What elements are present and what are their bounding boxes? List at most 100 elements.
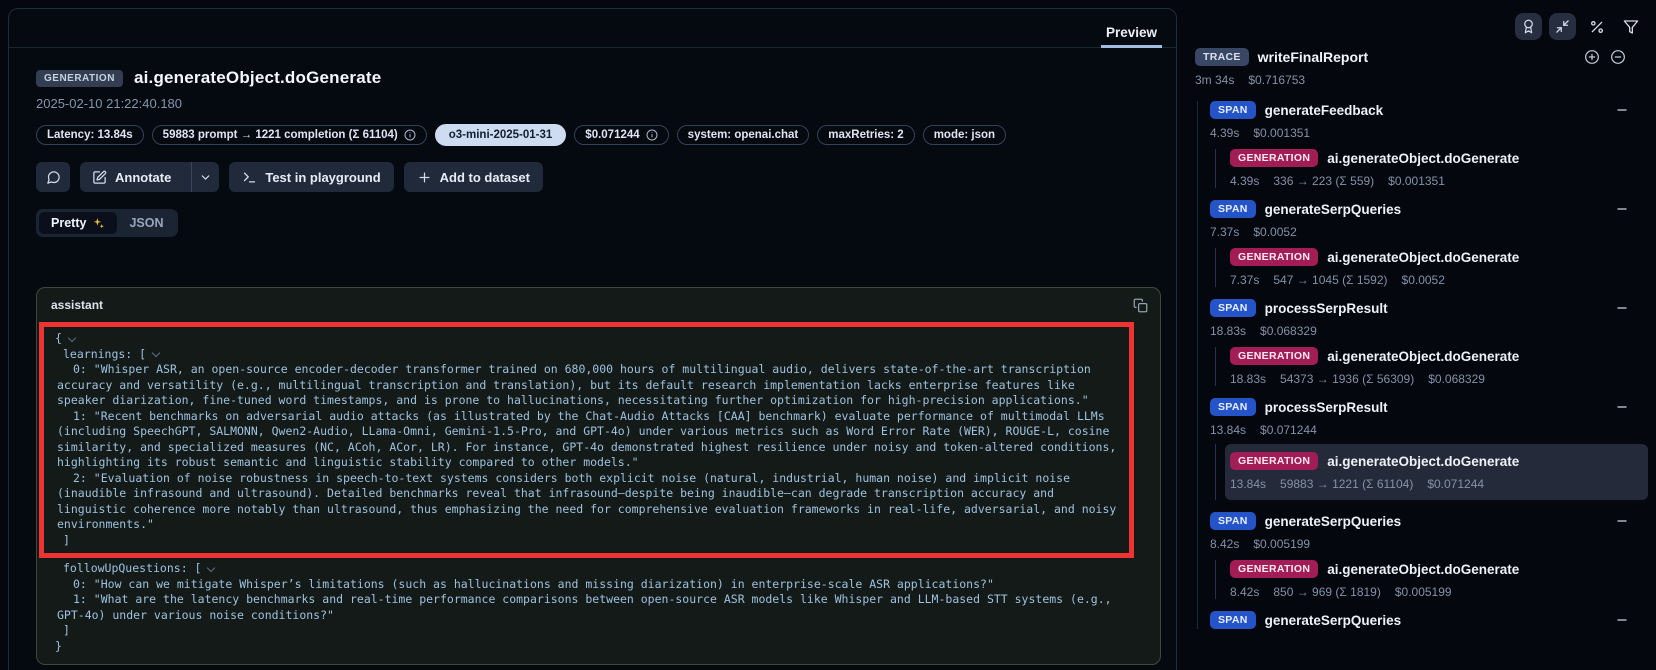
- test-in-playground-button[interactable]: Test in playground: [229, 162, 393, 192]
- tab-pretty[interactable]: Pretty: [39, 212, 117, 234]
- tree-node-span[interactable]: SPAN generateSerpQueries: [1210, 200, 1642, 218]
- child-generation: GENERATION ai.generateObject.doGenerate …: [1215, 444, 1642, 500]
- collapse-node-icon[interactable]: [1615, 202, 1629, 216]
- collapse-chevron-icon[interactable]: [152, 349, 160, 357]
- span-badge: SPAN: [1210, 611, 1256, 629]
- node-cost: $0.0052: [1402, 273, 1445, 287]
- trace-cost: $0.716753: [1248, 73, 1305, 87]
- edit-pencil-icon: [92, 170, 107, 185]
- sparkles-icon: [92, 217, 105, 230]
- span-group: SPAN processSerpResult 13.84s $0.071244 …: [1210, 398, 1642, 500]
- annotate-award-button[interactable]: [1515, 13, 1542, 40]
- collapse-node-icon[interactable]: [1615, 400, 1629, 414]
- cost-pill[interactable]: $0.071244: [574, 125, 668, 145]
- collapse-all-icon[interactable]: [1610, 49, 1626, 65]
- node-meta: 13.84s $0.071244: [1210, 423, 1642, 437]
- tree-node-generation[interactable]: GENERATION ai.generateObject.doGenerate: [1230, 560, 1642, 578]
- tree-node-span[interactable]: SPAN processSerpResult: [1210, 398, 1642, 416]
- trace-root-node[interactable]: TRACE writeFinalReport: [1195, 48, 1642, 66]
- node-tokens: 54373 → 1936 (Σ 56309): [1280, 372, 1414, 386]
- pretty-label: Pretty: [51, 216, 86, 230]
- terminal-icon: [242, 170, 257, 185]
- collapse-node-icon[interactable]: [1615, 613, 1629, 627]
- copy-icon[interactable]: [1133, 298, 1148, 313]
- tree-node-span[interactable]: SPAN processSerpResult: [1210, 299, 1642, 317]
- comment-bubble-icon: [46, 170, 61, 185]
- model-pill[interactable]: o3-mini-2025-01-31: [435, 124, 567, 146]
- node-name: ai.generateObject.doGenerate: [1327, 250, 1519, 265]
- panel-body: GENERATION ai.generateObject.doGenerate …: [9, 48, 1176, 665]
- json-learnings-key: learnings: [: [55, 347, 1123, 363]
- learning-item: 1: "Recent benchmarks on adversarial aud…: [55, 409, 1123, 471]
- node-duration: 7.37s: [1210, 225, 1239, 239]
- node-duration: 8.42s: [1210, 537, 1239, 551]
- selected-node-highlight[interactable]: GENERATION ai.generateObject.doGenerate …: [1225, 444, 1648, 500]
- expand-all-icon[interactable]: [1584, 49, 1600, 65]
- collapse-node-icon[interactable]: [1615, 301, 1629, 315]
- tab-preview[interactable]: Preview: [1101, 16, 1162, 48]
- annotate-dropdown-button[interactable]: [191, 162, 219, 192]
- node-meta: 7.37s $0.0052: [1210, 225, 1642, 239]
- tree-node-generation[interactable]: GENERATION ai.generateObject.doGenerate: [1230, 248, 1642, 266]
- followup-item: 0: "How can we mitigate Whisper’s limita…: [55, 577, 1144, 593]
- node-name: processSerpResult: [1265, 301, 1388, 316]
- generation-type-badge: GENERATION: [36, 70, 123, 87]
- node-meta: 18.83s $0.068329: [1210, 324, 1642, 338]
- node-cost: $0.001351: [1253, 126, 1310, 140]
- node-duration: 13.84s: [1210, 423, 1246, 437]
- node-duration: 4.39s: [1230, 174, 1259, 188]
- chevron-down-icon: [199, 171, 212, 184]
- learning-item: 0: "Whisper ASR, an open-source encoder-…: [55, 362, 1123, 409]
- comment-button[interactable]: [36, 162, 70, 192]
- node-cost: $0.071244: [1260, 423, 1317, 437]
- tree-node-span[interactable]: SPAN generateFeedback: [1210, 101, 1642, 119]
- info-icon[interactable]: [646, 129, 658, 141]
- observation-detail-panel: Preview GENERATION ai.generateObject.doG…: [8, 8, 1177, 670]
- child-generation: GENERATION ai.generateObject.doGenerate …: [1215, 248, 1642, 287]
- view-mode-tabs: Pretty JSON: [36, 209, 178, 237]
- generation-badge: GENERATION: [1230, 248, 1318, 266]
- action-toolbar: Annotate Test in playground Add to d: [36, 162, 1160, 192]
- collapse-node-icon[interactable]: [1615, 103, 1629, 117]
- info-icon[interactable]: [404, 129, 416, 141]
- node-duration: 4.39s: [1210, 126, 1239, 140]
- node-name: generateSerpQueries: [1265, 202, 1402, 217]
- collapse-view-button[interactable]: [1549, 13, 1576, 40]
- funnel-icon: [1623, 19, 1639, 35]
- span-badge: SPAN: [1210, 512, 1256, 530]
- node-cost: $0.001351: [1388, 174, 1445, 188]
- node-meta: 4.39s $0.001351: [1210, 126, 1642, 140]
- collapse-chevron-icon[interactable]: [207, 563, 215, 571]
- annotate-button[interactable]: Annotate: [80, 162, 183, 192]
- node-cost: $0.068329: [1260, 324, 1317, 338]
- collapse-chevron-icon[interactable]: [68, 333, 76, 341]
- tree-node-span[interactable]: SPAN generateSerpQueries: [1210, 512, 1642, 530]
- add-to-dataset-button[interactable]: Add to dataset: [404, 162, 543, 192]
- node-cost: $0.071244: [1427, 477, 1484, 491]
- node-tokens: 850 → 969 (Σ 1819): [1273, 585, 1380, 599]
- json-open-brace: {: [55, 331, 1123, 347]
- tree-node-span[interactable]: SPAN generateSerpQueries: [1210, 611, 1642, 629]
- tree-node-generation-selected[interactable]: GENERATION ai.generateObject.doGenerate: [1230, 452, 1638, 470]
- filter-button[interactable]: [1617, 13, 1644, 40]
- node-name: generateSerpQueries: [1265, 514, 1402, 529]
- collapse-node-icon[interactable]: [1615, 514, 1629, 528]
- span-group: SPAN processSerpResult 18.83s $0.068329 …: [1210, 299, 1642, 386]
- tab-json[interactable]: JSON: [117, 212, 175, 234]
- tree-node-generation[interactable]: GENERATION ai.generateObject.doGenerate: [1230, 149, 1642, 167]
- span-badge: SPAN: [1210, 101, 1256, 119]
- observation-header: GENERATION ai.generateObject.doGenerate: [36, 68, 1160, 88]
- trace-tree-sidebar: TRACE writeFinalReport 3m 34s $0.716753 …: [1178, 0, 1656, 670]
- node-meta: 4.39s 336 → 223 (Σ 559) $0.001351: [1230, 174, 1642, 188]
- node-cost: $0.0052: [1253, 225, 1296, 239]
- trace-meta: 3m 34s $0.716753: [1195, 73, 1642, 87]
- node-tokens: 59883 → 1221 (Σ 61104): [1280, 477, 1413, 491]
- node-name: ai.generateObject.doGenerate: [1327, 349, 1519, 364]
- tree-node-generation[interactable]: GENERATION ai.generateObject.doGenerate: [1230, 347, 1642, 365]
- percent-icon: [1589, 19, 1605, 35]
- show-percentages-button[interactable]: [1583, 13, 1610, 40]
- node-cost: $0.005199: [1253, 537, 1310, 551]
- trace-duration: 3m 34s: [1195, 73, 1234, 87]
- span-group: SPAN generateFeedback 4.39s $0.001351 GE…: [1210, 101, 1642, 188]
- token-usage-pill[interactable]: 59883 prompt → 1221 completion (Σ 61104): [152, 125, 427, 145]
